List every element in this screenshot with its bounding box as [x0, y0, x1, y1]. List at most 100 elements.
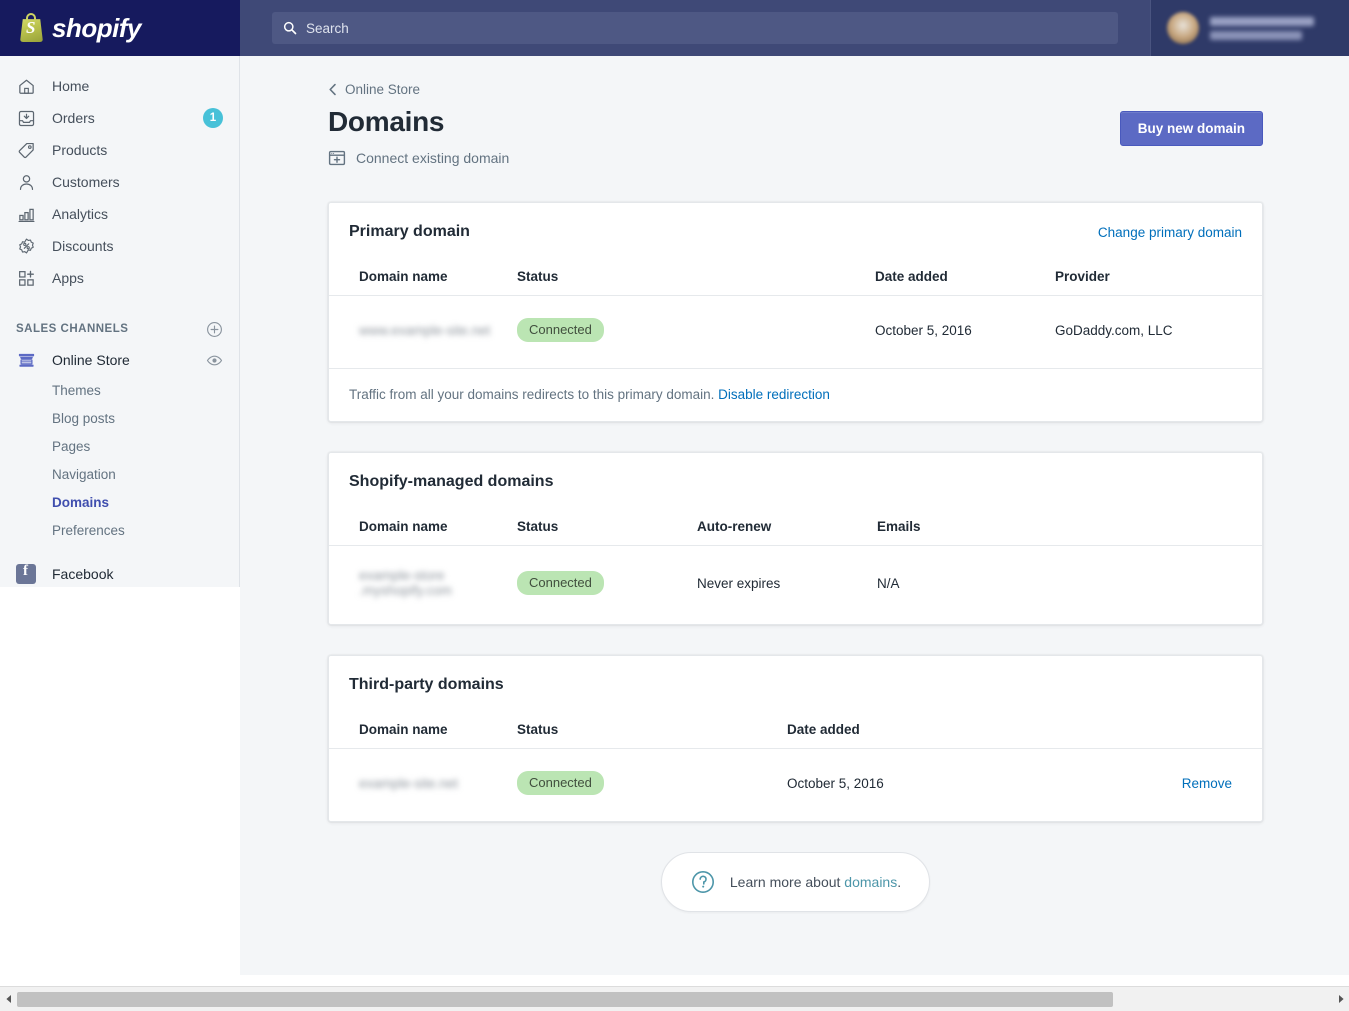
scrollbar-track[interactable] [17, 987, 1332, 1011]
sidebar-item-blog-posts[interactable]: Blog posts [0, 404, 239, 432]
chevron-left-icon [328, 83, 338, 96]
bar-chart-icon [16, 204, 36, 224]
redirect-note: Traffic from all your domains redirects … [349, 387, 714, 402]
primary-domain-table: Domain name Status Date added Provider w… [329, 241, 1262, 368]
third-party-domains-table: Domain name Status Date added example-si… [329, 694, 1262, 821]
subnav-label: Preferences [52, 523, 125, 538]
table-row: www.example-site.net Connected October 5… [329, 296, 1262, 369]
browser-plus-icon [328, 149, 346, 167]
sidebar: Home Orders 1 Products [0, 56, 240, 587]
percent-badge-icon [16, 236, 36, 256]
sidebar-item-products[interactable]: Products [0, 134, 239, 166]
domain-name-redacted: www.example-site.net [359, 323, 490, 338]
sidebar-item-pages[interactable]: Pages [0, 432, 239, 460]
horizontal-scrollbar[interactable] [0, 986, 1349, 1011]
breadcrumb[interactable]: Online Store [328, 82, 420, 97]
sidebar-item-label: Discounts [52, 238, 113, 254]
scrollbar-thumb[interactable] [17, 992, 1113, 1007]
cell-date-added: October 5, 2016 [787, 749, 1137, 822]
search-box[interactable]: Search [272, 12, 1118, 44]
plus-circle-icon[interactable] [205, 320, 223, 338]
cell-domain-name: example-store .myshopify.com [329, 546, 517, 625]
sidebar-item-orders[interactable]: Orders 1 [0, 102, 239, 134]
orders-inbox-icon [16, 108, 36, 128]
sidebar-item-domains[interactable]: Domains [0, 488, 239, 516]
tag-icon [16, 140, 36, 160]
managed-domains-table: Domain name Status Auto-renew Emails exa… [329, 491, 1262, 624]
domain-name-redacted-line1: example-store [359, 568, 445, 583]
table-row: example-store .myshopify.com Connected N… [329, 546, 1262, 625]
status-badge: Connected [517, 571, 604, 595]
column-header-status: Status [517, 694, 787, 749]
domain-name-redacted-line2: .myshopify.com [359, 583, 452, 598]
cell-auto-renew: Never expires [697, 546, 877, 625]
orders-count-badge: 1 [203, 108, 223, 128]
user-menu[interactable] [1150, 0, 1349, 56]
column-header-domain-name: Domain name [329, 694, 517, 749]
subnav-label: Themes [52, 383, 101, 398]
primary-domain-card-header: Primary domain Change primary domain [329, 203, 1262, 241]
sidebar-item-preferences[interactable]: Preferences [0, 516, 239, 544]
primary-domain-card-footer: Traffic from all your domains redirects … [329, 368, 1262, 421]
cell-remove: Remove [1137, 749, 1262, 822]
sidebar-item-analytics[interactable]: Analytics [0, 198, 239, 230]
sales-channels-section-header: SALES CHANNELS [0, 314, 239, 344]
sidebar-item-label: Apps [52, 270, 84, 286]
shopify-logo[interactable]: S shopify [0, 0, 240, 56]
column-header-emails: Emails [877, 491, 1262, 546]
scroll-left-arrow-icon[interactable] [0, 987, 17, 1011]
content-bottom-filler [240, 975, 1349, 986]
status-badge: Connected [517, 318, 604, 342]
column-header-domain-name: Domain name [329, 241, 517, 296]
primary-domain-card: Primary domain Change primary domain Dom… [328, 202, 1263, 422]
sidebar-item-label: Facebook [52, 566, 113, 582]
sidebar-item-themes[interactable]: Themes [0, 376, 239, 404]
help-text-prefix: Learn more about [730, 874, 844, 890]
domain-name-redacted: example-site.net [359, 776, 458, 791]
cell-provider: GoDaddy.com, LLC [1055, 296, 1262, 369]
connect-link-label: Connect existing domain [356, 150, 509, 166]
sidebar-item-navigation[interactable]: Navigation [0, 460, 239, 488]
column-header-provider: Provider [1055, 241, 1262, 296]
top-bar: S shopify Search [0, 0, 1349, 56]
shopify-wordmark: shopify [52, 13, 141, 44]
shopify-managed-domains-card: Shopify-managed domains Domain name Stat… [328, 452, 1263, 625]
buy-new-domain-button[interactable]: Buy new domain [1120, 111, 1263, 146]
change-primary-domain-link[interactable]: Change primary domain [1098, 225, 1242, 240]
question-circle-icon [690, 869, 716, 895]
table-header-row: Domain name Status Date added [329, 694, 1262, 749]
domains-help-link[interactable]: domains [844, 874, 897, 890]
managed-domains-card-header: Shopify-managed domains [329, 453, 1262, 491]
page-title: Domains [328, 105, 1120, 139]
column-header-date-added: Date added [787, 694, 1137, 749]
column-header-actions [1137, 694, 1262, 749]
sidebar-item-online-store[interactable]: Online Store [0, 344, 239, 376]
disable-redirection-link[interactable]: Disable redirection [718, 387, 830, 402]
remove-domain-link[interactable]: Remove [1137, 776, 1232, 791]
sidebar-item-home[interactable]: Home [0, 70, 239, 102]
cell-emails: N/A [877, 546, 1262, 625]
sidebar-item-discounts[interactable]: Discounts [0, 230, 239, 262]
column-header-date-added: Date added [875, 241, 1055, 296]
sidebar-item-customers[interactable]: Customers [0, 166, 239, 198]
cell-status: Connected [517, 296, 875, 369]
shopify-bag-icon: S [18, 13, 45, 43]
third-party-domains-card: Third-party domains Domain name Status D… [328, 655, 1263, 822]
home-icon [16, 76, 36, 96]
eye-icon[interactable] [205, 351, 223, 369]
cell-domain-name: example-site.net [329, 749, 517, 822]
top-bar-main: Search [240, 0, 1150, 56]
search-input[interactable]: Search [306, 21, 349, 36]
sidebar-item-label: Customers [52, 174, 120, 190]
help-footer: Learn more about domains. [328, 852, 1263, 912]
person-icon [16, 172, 36, 192]
connect-existing-domain-link[interactable]: Connect existing domain [328, 149, 509, 167]
apps-grid-plus-icon [16, 268, 36, 288]
user-name-redacted [1210, 17, 1314, 40]
card-title: Third-party domains [349, 676, 504, 694]
scroll-right-arrow-icon[interactable] [1332, 987, 1349, 1011]
help-text-suffix: . [897, 874, 901, 890]
learn-more-pill[interactable]: Learn more about domains. [661, 852, 930, 912]
sidebar-item-facebook[interactable]: Facebook [0, 558, 239, 590]
sidebar-item-apps[interactable]: Apps [0, 262, 239, 294]
